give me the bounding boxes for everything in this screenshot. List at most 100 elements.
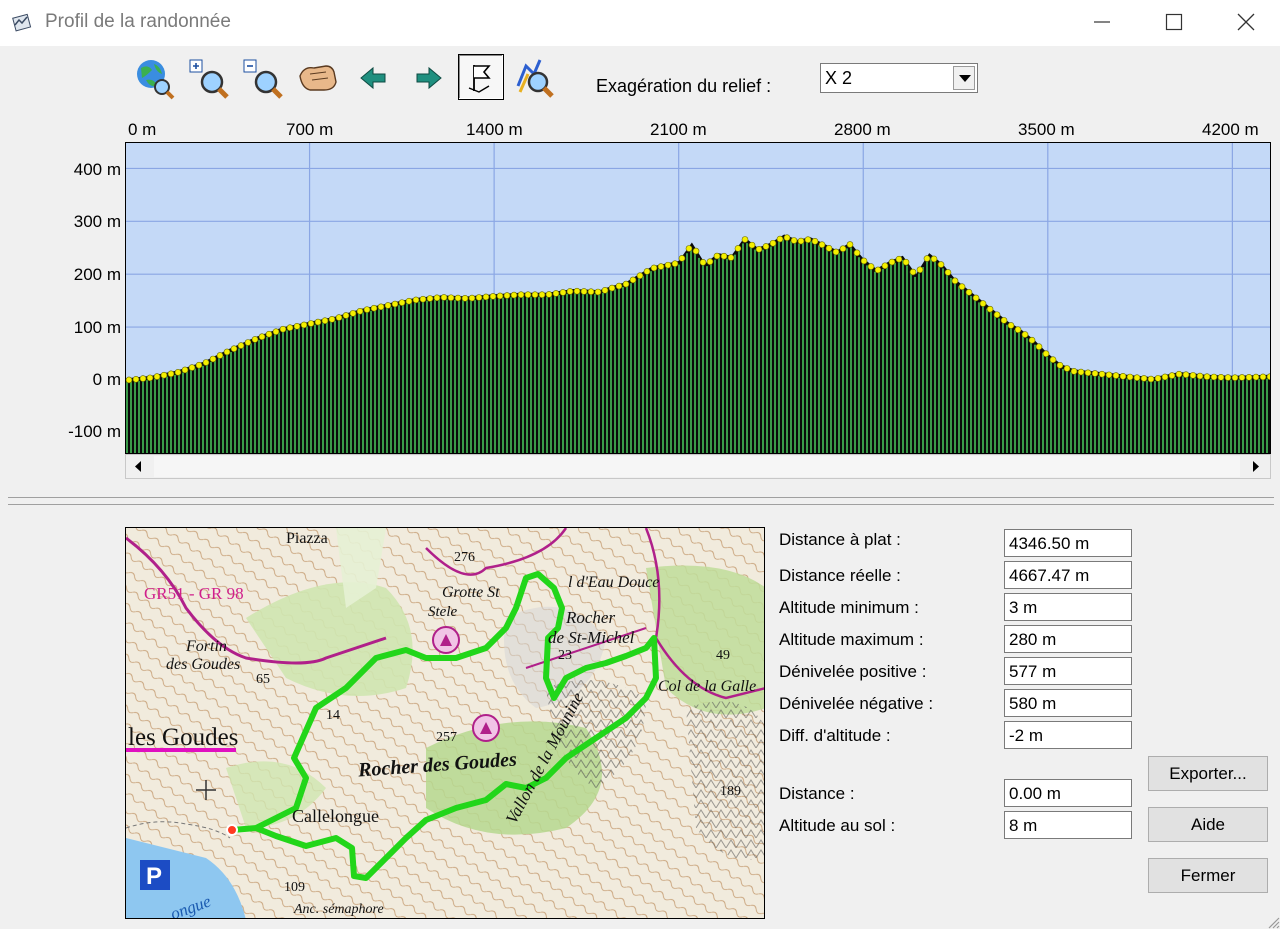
x-tick-label: 0 m — [128, 120, 157, 139]
exaggeration-select[interactable]: X 2 — [820, 63, 978, 93]
waypoint-dot — [951, 277, 959, 285]
waypoint-dot — [699, 259, 707, 266]
waypoint-dot — [482, 293, 490, 301]
waypoint-dot — [209, 355, 217, 363]
waypoint-dot — [1007, 322, 1015, 329]
stat-value: 3 m — [1004, 593, 1132, 621]
map-label: 189 — [720, 784, 741, 799]
help-button[interactable]: Aide — [1148, 807, 1268, 842]
maximize-button[interactable] — [1138, 0, 1210, 44]
waypoint-dot — [230, 345, 238, 352]
pan-button[interactable] — [296, 56, 340, 100]
waypoint-dot — [958, 283, 966, 290]
waypoint-dot — [902, 258, 910, 266]
waypoint-dot — [965, 288, 973, 296]
stat-label: Diff. d'altitude : — [779, 726, 891, 745]
scroll-right-button[interactable] — [1244, 455, 1270, 478]
waypoint-dot — [244, 339, 252, 346]
waypoint-dot — [538, 291, 546, 299]
waypoint-dot — [419, 295, 427, 303]
scroll-left-button[interactable] — [126, 455, 152, 478]
profile-plot[interactable] — [125, 142, 1271, 454]
next-button[interactable] — [406, 56, 450, 100]
show-waypoints-button[interactable] — [458, 54, 504, 100]
waypoint-dot — [412, 296, 420, 304]
waypoint-dot — [1140, 375, 1148, 382]
waypoint-dot — [188, 364, 196, 371]
dropdown-button[interactable] — [953, 66, 975, 90]
waypoint-dot — [1196, 372, 1204, 380]
profile-scrollbar[interactable] — [125, 454, 1271, 479]
waypoint-dot — [496, 292, 504, 300]
waypoint-dot — [1112, 372, 1120, 379]
waypoint-dot — [384, 302, 392, 309]
zoom-full-view-button[interactable] — [132, 56, 176, 100]
waypoint-dot — [1259, 373, 1267, 381]
waypoint-dot — [1070, 368, 1078, 375]
waypoint-dot — [426, 295, 434, 302]
waypoint-dot — [370, 304, 378, 312]
scroll-thumb[interactable] — [154, 456, 1240, 477]
zoom-out-button[interactable] — [242, 56, 286, 100]
waypoint-dot — [125, 376, 133, 384]
map-label: GR51 - GR 98 — [144, 584, 244, 603]
waypoint-dot — [314, 318, 322, 326]
y-tick-label: 200 m — [73, 265, 121, 284]
waypoint-dot — [636, 272, 644, 279]
globe-magnifier-icon — [137, 60, 175, 100]
waypoint-dot — [174, 369, 182, 376]
waypoint-dot — [1084, 369, 1092, 377]
splitter[interactable] — [8, 497, 1274, 505]
minimize-button[interactable] — [1066, 0, 1138, 44]
stat-value: 4667.47 m — [1004, 561, 1132, 589]
waypoint-dot — [510, 291, 518, 299]
waypoint-dot — [671, 260, 679, 268]
waypoint-dot — [1252, 373, 1260, 381]
waypoint-dot — [622, 280, 630, 288]
resize-grip-icon[interactable] — [1266, 915, 1280, 929]
waypoint-dot — [258, 333, 266, 341]
zoom-route-button[interactable] — [514, 56, 558, 100]
scroll-right-icon — [1253, 461, 1259, 472]
previous-button[interactable] — [352, 56, 396, 100]
stat-label: Dénivelée négative : — [779, 694, 934, 713]
waypoint-dot — [573, 287, 581, 295]
waypoint-dot — [300, 321, 308, 329]
waypoint-dot — [202, 359, 210, 366]
profile-app-icon — [11, 11, 33, 33]
waypoint-dot — [1147, 375, 1155, 383]
waypoint-dot — [818, 241, 826, 249]
waypoint-dot — [692, 247, 700, 255]
stat-value: 577 m — [1004, 657, 1132, 685]
waypoint-dot — [1028, 336, 1036, 344]
close-window-button[interactable] — [1210, 0, 1280, 44]
stat-value: -2 m — [1004, 721, 1132, 749]
waypoint-dot — [909, 268, 917, 276]
waypoint-dot — [216, 352, 224, 359]
map-label: 276 — [454, 550, 475, 565]
x-tick-label: 2800 m — [834, 120, 891, 139]
waypoint-dot — [748, 241, 756, 249]
waypoint-dot — [160, 371, 168, 379]
waypoint-dot — [559, 289, 567, 296]
waypoint-dot — [776, 235, 784, 243]
waypoint-dot — [860, 257, 868, 265]
waypoint-dot — [293, 323, 301, 330]
waypoint-dot — [1133, 374, 1141, 381]
waypoint-dot — [265, 330, 273, 338]
zoom-in-button[interactable] — [188, 56, 232, 100]
waypoint-dot — [272, 328, 280, 335]
waypoint-dot — [377, 303, 385, 311]
x-tick-label: 700 m — [286, 120, 334, 139]
exaggeration-label: Exagération du relief : — [596, 76, 772, 96]
route-map[interactable]: P Piazza GR51 - GR 98 Fortin des Goudes … — [125, 527, 765, 919]
close-button[interactable]: Fermer — [1148, 858, 1268, 893]
cursor-label: Distance : — [779, 784, 855, 803]
waypoint-dot — [762, 243, 770, 250]
waypoint-dot — [1238, 374, 1246, 381]
export-button[interactable]: Exporter... — [1148, 756, 1268, 791]
x-tick-label: 4200 m — [1202, 120, 1259, 139]
waypoint-dot — [888, 258, 896, 266]
waypoint-dot — [454, 294, 462, 302]
waypoint-dot — [601, 287, 609, 294]
